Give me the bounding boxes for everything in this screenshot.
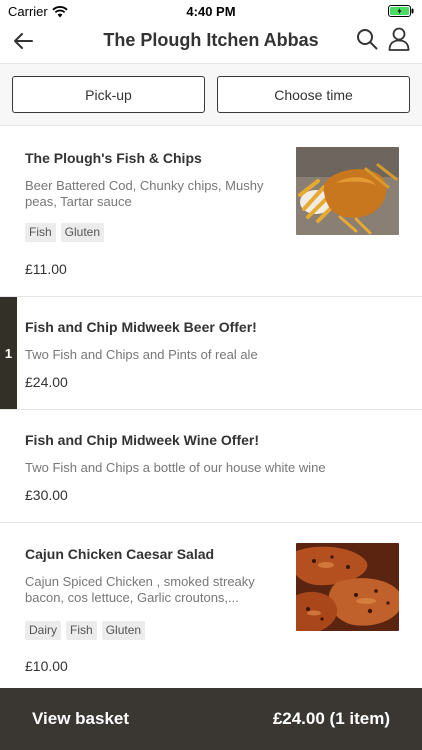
fish-and-chips-image — [296, 147, 399, 235]
view-basket-label: View basket — [32, 709, 130, 728]
order-options: Pick-up Choose time — [0, 64, 422, 126]
nav-bar: The Plough Itchen Abbas — [0, 22, 422, 64]
view-basket-bar[interactable]: View basket £24.00 (1 item) — [0, 688, 422, 750]
item-price: £30.00 — [25, 487, 68, 503]
tag-gluten: Gluten — [101, 621, 146, 640]
tag-gluten: Gluten — [60, 223, 105, 242]
item-price: £24.00 — [25, 374, 68, 390]
item-description: Beer Battered Cod, Chunky chips, Mushy p… — [25, 178, 264, 209]
item-description: Two Fish and Chips and Pints of real ale — [25, 347, 258, 362]
item-description: Cajun Spiced Chicken , smoked streaky ba… — [25, 574, 255, 605]
tag-dairy: Dairy — [25, 621, 62, 640]
item-price: £10.00 — [25, 658, 68, 674]
cajun-chicken-image — [296, 543, 399, 631]
menu-item[interactable]: Cajun Chicken Caesar Salad Cajun Spiced … — [0, 523, 422, 688]
item-description: Two Fish and Chips a bottle of our house… — [25, 460, 326, 475]
battery-icon — [388, 5, 414, 17]
item-tags: Fish Gluten — [25, 223, 105, 242]
item-name: Fish and Chip Midweek Wine Offer! — [25, 432, 260, 448]
item-tags: Dairy Fish Gluten — [25, 621, 146, 640]
item-quantity-badge: 1 — [0, 297, 17, 409]
item-name: Fish and Chip Midweek Beer Offer! — [25, 319, 257, 335]
user-icon[interactable] — [388, 27, 410, 51]
status-bar: Carrier 4:40 PM — [0, 0, 422, 22]
pickup-button[interactable]: Pick-up — [12, 76, 205, 113]
basket-total: £24.00 (1 item) — [272, 709, 390, 728]
menu-item[interactable]: The Plough's Fish & Chips Beer Battered … — [0, 127, 422, 297]
item-name: Cajun Chicken Caesar Salad — [25, 546, 215, 562]
tag-fish: Fish — [66, 621, 97, 640]
menu-item[interactable]: Fish and Chip Midweek Wine Offer! Two Fi… — [0, 410, 422, 523]
item-name: The Plough's Fish & Chips — [25, 150, 202, 166]
menu-item[interactable]: 1 Fish and Chip Midweek Beer Offer! Two … — [0, 297, 422, 410]
search-icon[interactable] — [356, 28, 378, 50]
item-price: £11.00 — [25, 261, 67, 277]
tag-fish: Fish — [25, 223, 56, 242]
choose-time-button[interactable]: Choose time — [217, 76, 410, 113]
status-time: 4:40 PM — [186, 4, 236, 19]
